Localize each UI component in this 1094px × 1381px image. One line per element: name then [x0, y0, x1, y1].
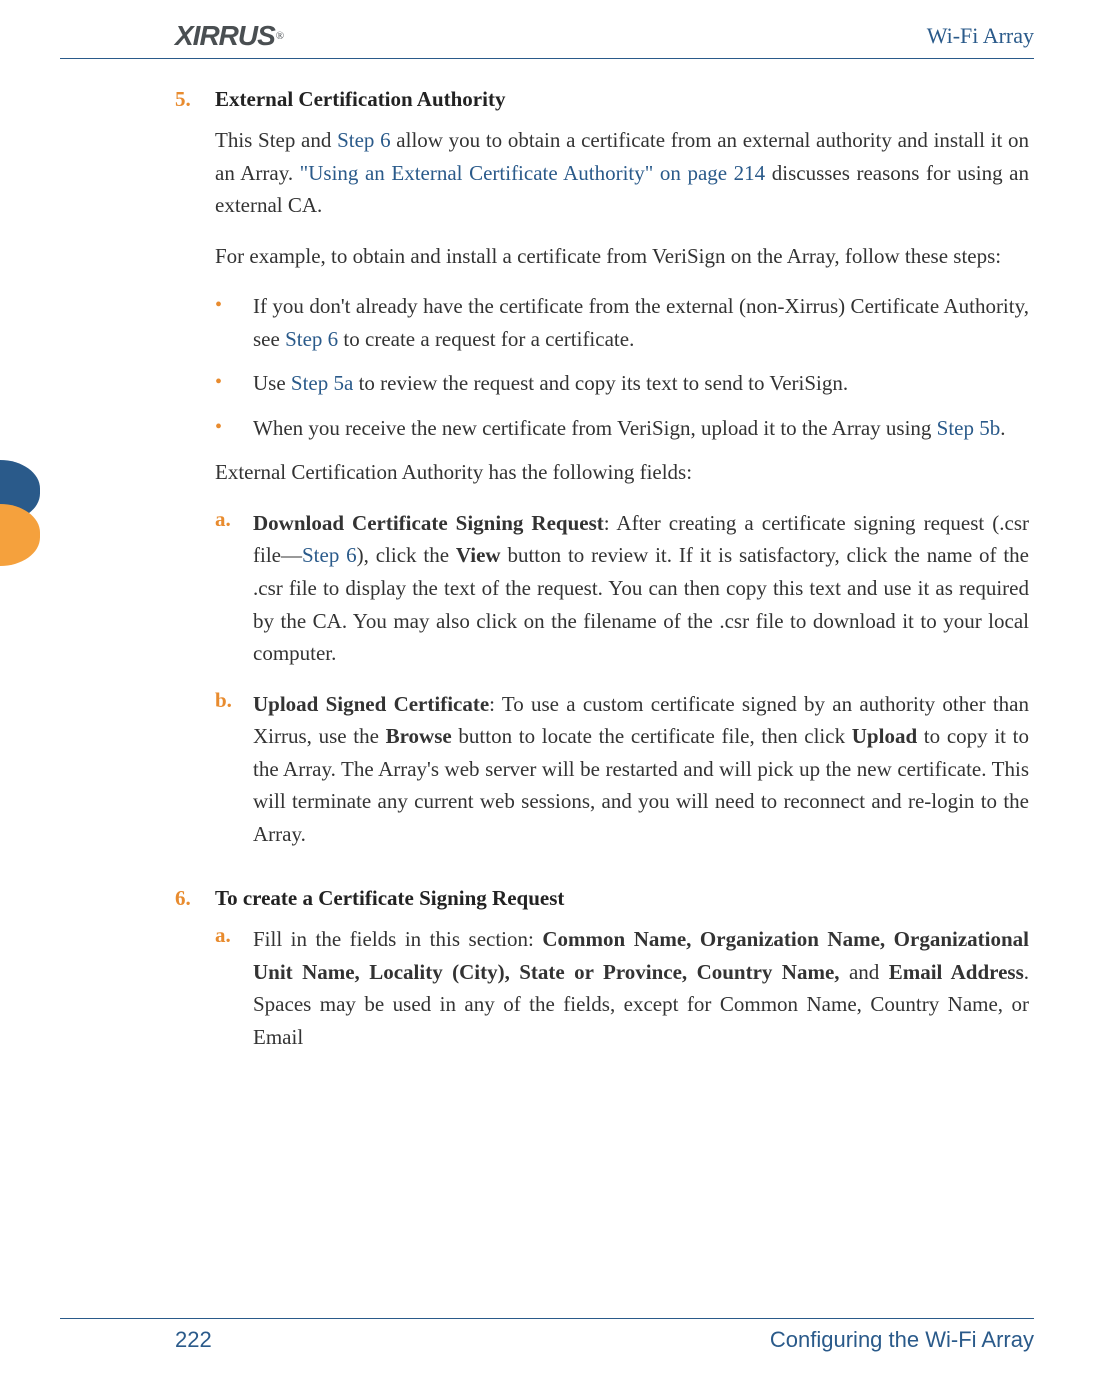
link-step-5a[interactable]: Step 5a [291, 371, 353, 395]
logo-registered: ® [276, 30, 284, 42]
bullet-item: • If you don't already have the certific… [215, 290, 1029, 355]
bullet-item: • Use Step 5a to review the request and … [215, 367, 1029, 400]
bullet-icon: • [215, 367, 253, 400]
step-5-para3: External Certification Authority has the… [215, 456, 1029, 489]
link-external-ca-page[interactable]: "Using an External Certificate Authority… [300, 161, 766, 185]
sub-letter: a. [215, 923, 253, 1053]
link-step-5b[interactable]: Step 5b [937, 416, 1001, 440]
step-number: 6. [175, 886, 215, 1071]
logo: XIRRUS® [60, 20, 284, 52]
sub-text-6a: Fill in the fields in this section: Comm… [253, 923, 1029, 1053]
link-step-6-b[interactable]: Step 6 [285, 327, 338, 351]
step-6-title: To create a Certificate Signing Request [215, 886, 1029, 911]
sub-list-6: a. Fill in the fields in this section: C… [215, 923, 1029, 1053]
bullet-text-3: When you receive the new certificate fro… [253, 412, 1029, 445]
bullet-list: • If you don't already have the certific… [215, 290, 1029, 444]
link-step-6[interactable]: Step 6 [337, 128, 391, 152]
sub-text-5b: Upload Signed Certificate: To use a cust… [253, 688, 1029, 851]
footer-section-title: Configuring the Wi-Fi Array [770, 1327, 1034, 1353]
link-step-6-c[interactable]: Step 6 [302, 543, 357, 567]
sub-item-5b: b. Upload Signed Certificate: To use a c… [215, 688, 1029, 851]
step-5-title: External Certification Authority [215, 87, 1029, 112]
step-5-para1: This Step and Step 6 allow you to obtain… [215, 124, 1029, 222]
page-header: XIRRUS® Wi-Fi Array [60, 20, 1034, 59]
bullet-icon: • [215, 290, 253, 355]
bullet-icon: • [215, 412, 253, 445]
page-number: 222 [175, 1327, 212, 1353]
page-footer: 222 Configuring the Wi-Fi Array [60, 1318, 1034, 1353]
header-title: Wi-Fi Array [927, 23, 1034, 49]
sub-list-5: a. Download Certificate Signing Request:… [215, 507, 1029, 850]
step-5: 5. External Certification Authority This… [175, 87, 1029, 868]
step-number: 5. [175, 87, 215, 868]
bullet-text-2: Use Step 5a to review the request and co… [253, 367, 1029, 400]
bullet-item: • When you receive the new certificate f… [215, 412, 1029, 445]
logo-text: XIRRUS [175, 20, 275, 52]
bullet-text-1: If you don't already have the certificat… [253, 290, 1029, 355]
sub-item-5a: a. Download Certificate Signing Request:… [215, 507, 1029, 670]
sub-text-5a: Download Certificate Signing Request: Af… [253, 507, 1029, 670]
sub-letter: a. [215, 507, 253, 670]
step-5-para2: For example, to obtain and install a cer… [215, 240, 1029, 273]
content-area: 5. External Certification Authority This… [60, 87, 1034, 1072]
step-6: 6. To create a Certificate Signing Reque… [175, 886, 1029, 1071]
sub-letter: b. [215, 688, 253, 851]
sub-item-6a: a. Fill in the fields in this section: C… [215, 923, 1029, 1053]
